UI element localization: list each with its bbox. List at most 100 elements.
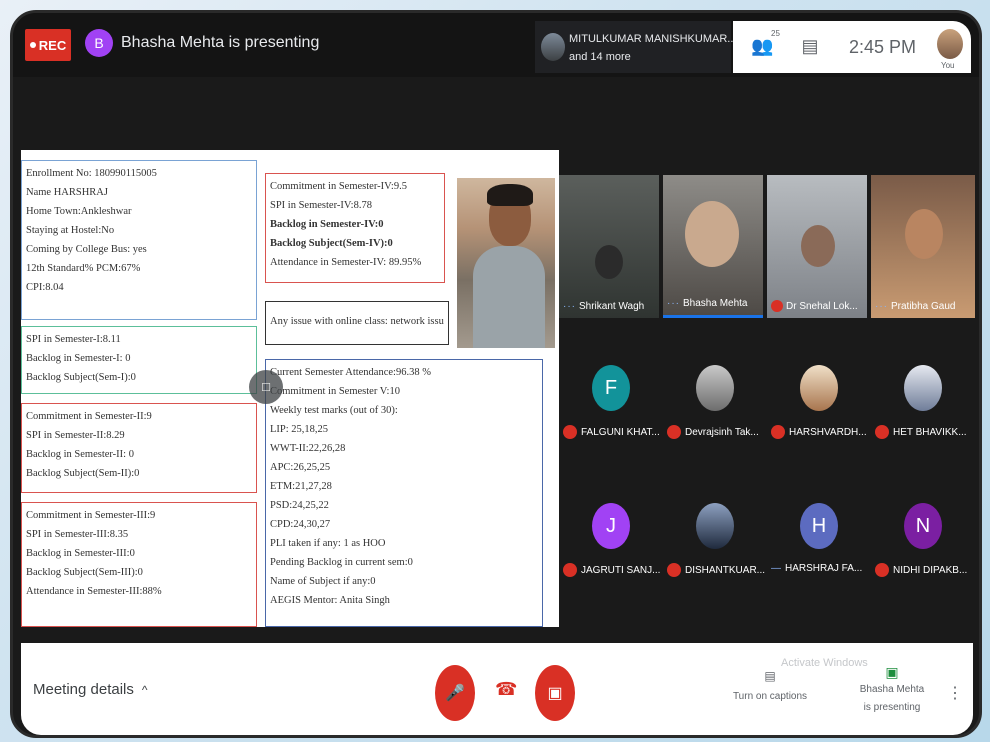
participant-name: HARSHVARDH...: [771, 425, 867, 439]
mic-toggle-button[interactable]: 🎤: [435, 665, 475, 721]
mic-off-icon: [875, 425, 889, 439]
camera-off-icon: ▣: [547, 685, 563, 702]
camera-toggle-button[interactable]: ▣: [535, 665, 575, 721]
info-line: Backlog in Semester-I: 0: [26, 353, 131, 364]
info-line: Pending Backlog in current sem:0: [270, 557, 413, 568]
info-line: Backlog Subject(Sem-III):0: [26, 567, 143, 578]
people-icon[interactable]: 👥: [751, 35, 773, 57]
semester-3-box: Commitment in Semester-III:9 SPI in Seme…: [21, 502, 257, 627]
info-line: CPI:8.04: [26, 282, 64, 293]
speaking-icon: ···: [875, 301, 888, 312]
rec-label: REC: [38, 37, 67, 53]
info-line: Staying at Hostel:No: [26, 225, 115, 236]
participant-tile[interactable]: J JAGRUTI SANJ...: [559, 463, 663, 593]
participant-tile[interactable]: H — HARSHRAJ FA...: [767, 463, 871, 593]
mic-off-icon: [563, 563, 577, 577]
speaking-icon: —: [771, 563, 781, 574]
mic-off-icon: 🎤: [445, 685, 465, 702]
more-options-icon[interactable]: ⋮: [947, 683, 963, 703]
rec-dot-icon: [29, 42, 36, 48]
video-tile-name: ··· Shrikant Wagh: [563, 301, 645, 312]
info-line: Backlog Subject(Sem-IV):0: [270, 238, 393, 249]
mic-off-icon: [771, 300, 783, 312]
clock-time: 2:45 PM: [849, 37, 917, 57]
participant-tile[interactable]: DISHANTKUAR...: [663, 463, 767, 593]
avatar: F: [592, 365, 630, 411]
semester-2-box: Commitment in Semester-II:9 SPI in Semes…: [21, 403, 257, 493]
video-tile[interactable]: Dr Snehal Lok...: [767, 175, 867, 318]
info-line: Name of Subject if any:0: [270, 576, 376, 587]
mic-off-icon: [667, 563, 681, 577]
info-line: Commitment in Semester-IV:9.5: [270, 181, 407, 192]
info-line: Commitment in Semester-II:9: [26, 411, 152, 422]
info-line: Coming by College Bus: yes: [26, 244, 147, 255]
video-tile[interactable]: ··· Bhasha Mehta: [663, 175, 763, 318]
info-line: Backlog Subject(Sem-I):0: [26, 372, 136, 383]
avatar: N: [904, 503, 942, 549]
present-screen-icon: ▣: [885, 664, 899, 680]
info-line: Current Semester Attendance:96.38 %: [270, 367, 431, 378]
info-line: APC:26,25,25: [270, 462, 331, 473]
avatar: H: [800, 503, 838, 549]
video-tile[interactable]: ··· Shrikant Wagh: [559, 175, 659, 318]
info-line: Backlog in Semester-II: 0: [26, 449, 134, 460]
participant-tile[interactable]: N NIDHI DIPAKB...: [871, 463, 975, 593]
participants-name: MITULKUMAR MANISHKUMAR...: [569, 33, 737, 45]
top-bar: REC B Bhasha Mehta is presenting MITULKU…: [13, 13, 979, 77]
info-line: Backlog in Semester-IV:0: [270, 219, 384, 230]
info-line: PSD:24,25,22: [270, 500, 329, 511]
expand-icon[interactable]: □: [249, 370, 283, 404]
participants-chip[interactable]: MITULKUMAR MANISHKUMAR... and 14 more: [535, 21, 736, 73]
info-line: SPI in Semester-IV:8.78: [270, 200, 372, 211]
info-line: Weekly test marks (out of 30):: [270, 405, 398, 416]
speaking-icon: ···: [667, 298, 680, 309]
info-line: Home Town:Ankleshwar: [26, 206, 132, 217]
info-line: SPI in Semester-III:8.35: [26, 529, 129, 540]
participant-name: NIDHI DIPAKB...: [875, 563, 967, 577]
avatar: [696, 365, 734, 411]
self-avatar[interactable]: [937, 29, 963, 59]
present-button[interactable]: ▣ Bhasha Mehta is presenting: [847, 663, 937, 717]
video-tile-name: ··· Pratibha Gaud: [875, 301, 956, 312]
info-line: Commitment in Semester V:10: [270, 386, 400, 397]
avatar: [696, 503, 734, 549]
avatar: [541, 33, 565, 61]
info-line: WWT-II:22,26,28: [270, 443, 346, 454]
video-tile[interactable]: ··· Pratibha Gaud: [871, 175, 975, 318]
captions-button[interactable]: ▤ Turn on captions: [725, 669, 815, 702]
participant-tile[interactable]: HET BHAVIKK...: [871, 325, 975, 455]
hang-up-button[interactable]: ☎: [495, 679, 517, 700]
info-line: LIP: 25,18,25: [270, 424, 329, 435]
chat-icon[interactable]: ▤: [799, 35, 821, 57]
info-line: AEGIS Mentor: Anita Singh: [270, 595, 390, 606]
participant-tile[interactable]: Devrajsinh Tak...: [663, 325, 767, 455]
chevron-up-icon: ^: [141, 683, 148, 697]
info-line: Commitment in Semester-III:9: [26, 510, 156, 521]
participant-name: DISHANTKUAR...: [667, 563, 765, 577]
participant-tile[interactable]: F FALGUNI KHAT...: [559, 325, 663, 455]
meet-window: REC B Bhasha Mehta is presenting MITULKU…: [10, 10, 982, 738]
mic-off-icon: [667, 425, 681, 439]
participant-tile[interactable]: HARSHVARDH...: [767, 325, 871, 455]
meeting-details-button[interactable]: Meeting details ^: [33, 681, 148, 698]
participant-name: JAGRUTI SANJ...: [563, 563, 660, 577]
video-tile-name: ··· Bhasha Mehta: [667, 298, 748, 309]
recording-badge: REC: [25, 29, 71, 61]
semester-1-box: SPI in Semester-I:8.11 Backlog in Semest…: [21, 326, 257, 394]
info-line: Attendance in Semester-III:88%: [26, 586, 162, 597]
issue-box: Any issue with online class: network iss…: [265, 301, 449, 345]
participant-name: HET BHAVIKK...: [875, 425, 967, 439]
mic-off-icon: [771, 425, 785, 439]
student-info-box: Enrollment No: 180990115005 Name HARSHRA…: [21, 160, 257, 320]
mic-off-icon: [875, 563, 889, 577]
info-line: Attendance in Semester-IV: 89.95%: [270, 257, 422, 268]
info-line: SPI in Semester-II:8.29: [26, 430, 125, 441]
info-line: PLI taken if any: 1 as HOO: [270, 538, 386, 549]
top-controls: 👥 25 ▤ 2:45 PM You: [733, 21, 971, 73]
student-photo: [457, 178, 555, 348]
captions-icon: ▤: [764, 669, 776, 683]
avatar: [800, 365, 838, 411]
mic-off-icon: [563, 425, 577, 439]
people-count: 25: [771, 29, 780, 38]
info-line: Enrollment No: 180990115005: [26, 168, 157, 179]
